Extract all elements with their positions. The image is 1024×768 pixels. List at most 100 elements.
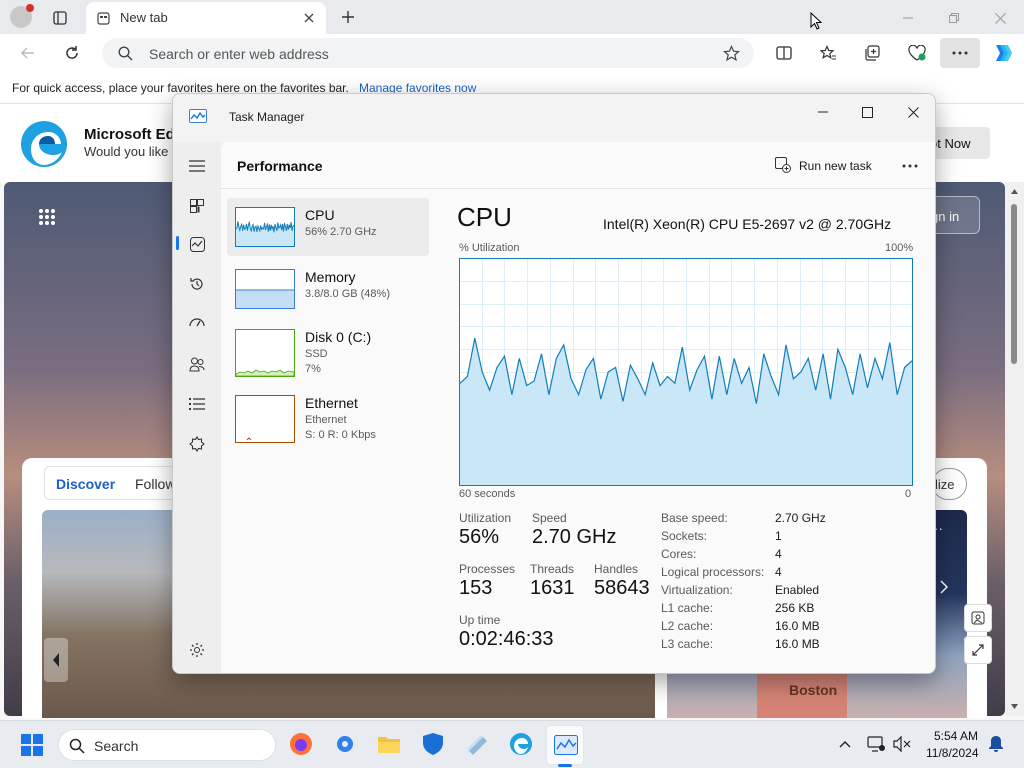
resource-item-cpu[interactable]: CPU 56% 2.70 GHz <box>227 198 429 256</box>
windows-security-icon[interactable] <box>420 731 446 757</box>
detail-key: Logical processors: <box>661 565 765 579</box>
resource-item-disk[interactable]: Disk 0 (C:) SSD 7% <box>227 320 429 378</box>
detail-key: Sockets: <box>661 529 708 543</box>
more-menu-icon[interactable] <box>940 38 980 68</box>
show-hidden-icons-chevron-icon[interactable] <box>836 735 854 753</box>
detail-row: L1 cache: 256 KB <box>661 601 911 619</box>
resource-name: Disk 0 (C:) <box>305 329 372 345</box>
graph-y-label: % Utilization <box>459 242 520 254</box>
drive-app-icon[interactable] <box>464 731 490 757</box>
profile-avatar[interactable] <box>10 4 34 28</box>
start-windows-icon[interactable] <box>20 733 44 757</box>
task-manager-taskbar-icon <box>554 735 578 755</box>
expand-icon[interactable] <box>964 636 992 664</box>
users-icon[interactable] <box>185 352 209 376</box>
split-screen-icon[interactable] <box>774 43 794 63</box>
clock-time[interactable]: 5:54 AM <box>934 729 978 743</box>
clock-date[interactable]: 11/8/2024 <box>926 746 979 760</box>
cpu-heading: CPU <box>457 202 512 232</box>
details-list-icon[interactable] <box>185 392 209 416</box>
run-new-task-button[interactable]: Run new task <box>771 154 881 178</box>
taskbar-search-icon <box>69 738 85 754</box>
resource-detail: 56% 2.70 GHz <box>305 226 377 238</box>
tm-maximize-icon[interactable] <box>853 98 881 126</box>
cpu-thumbnail <box>235 207 295 247</box>
resource-name: Ethernet <box>305 395 358 411</box>
tm-close-icon[interactable] <box>899 98 927 126</box>
image-view-icon[interactable] <box>964 604 992 632</box>
back-arrow-icon[interactable] <box>18 43 38 63</box>
search-icon <box>117 45 133 61</box>
resource-item-ethernet[interactable]: Ethernet Ethernet S: 0 R: 0 Kbps <box>227 386 429 444</box>
apps-grid-icon[interactable] <box>36 206 58 228</box>
detail-value: 1 <box>775 529 782 543</box>
firefox-icon[interactable] <box>288 731 314 757</box>
edge-taskbar-icon[interactable] <box>508 731 534 757</box>
cpu-model: Intel(R) Xeon(R) CPU E5-2697 v2 @ 2.70GH… <box>603 216 892 232</box>
speed-value: 2.70 GHz <box>532 526 617 548</box>
minimize-window-icon[interactable] <box>898 8 918 28</box>
graph-x-label: 60 seconds <box>459 488 516 500</box>
performance-icon[interactable] <box>185 232 209 256</box>
personalize-label: lize <box>935 477 955 492</box>
restore-window-icon[interactable] <box>944 8 964 28</box>
close-window-icon[interactable] <box>990 8 1010 28</box>
detail-key: Cores: <box>661 547 697 561</box>
detail-row: Base speed: 2.70 GHz <box>661 511 911 529</box>
edge-logo-icon <box>18 118 70 170</box>
resource-name: Memory <box>305 269 356 285</box>
tab-following[interactable]: Follow <box>135 476 175 492</box>
task-manager-titlebar: Task Manager <box>173 94 935 142</box>
map-city-label: Boston <box>789 682 838 698</box>
network-icon[interactable] <box>866 735 886 753</box>
task-manager-taskbar-button[interactable] <box>546 725 584 765</box>
personalize-button[interactable]: lize <box>932 468 967 500</box>
collections-icon[interactable] <box>862 43 882 63</box>
favorites-icon[interactable] <box>818 43 838 63</box>
settings-app-icon[interactable] <box>332 731 358 757</box>
page-scrollbar[interactable] <box>1005 182 1024 716</box>
taskbar-search-box[interactable]: Search <box>58 729 276 761</box>
carousel-prev-button[interactable] <box>44 638 68 682</box>
cpu-utilization-graph <box>459 258 913 486</box>
resource-detail: Ethernet <box>305 414 347 426</box>
tm-nav-rail <box>173 142 221 673</box>
favorite-star-icon[interactable] <box>722 44 740 62</box>
browser-essentials-icon[interactable] <box>906 43 928 63</box>
detail-key: Base speed: <box>661 511 728 525</box>
close-tab-icon[interactable] <box>302 11 316 25</box>
new-tab-plus-icon[interactable] <box>338 7 358 27</box>
tab-discover[interactable]: Discover <box>56 476 115 492</box>
processes-icon[interactable] <box>185 194 209 218</box>
tm-minimize-icon[interactable] <box>809 98 837 126</box>
copilot-icon[interactable] <box>990 42 1014 64</box>
tab-actions-icon[interactable] <box>50 8 70 28</box>
detail-row: L3 cache: 16.0 MB <box>661 637 911 655</box>
settings-gear-icon[interactable] <box>185 638 209 662</box>
detail-row: Logical processors: 4 <box>661 565 911 583</box>
volume-muted-icon[interactable] <box>892 735 912 753</box>
feed-tab-bar: Discover Follow <box>44 466 184 500</box>
detail-key: L2 cache: <box>661 619 714 633</box>
uptime-label: Up time <box>459 613 501 627</box>
taskbar-search-label: Search <box>94 738 139 754</box>
detail-value: 256 KB <box>775 601 815 615</box>
notification-bell-icon[interactable] <box>986 734 1006 754</box>
startup-apps-icon[interactable] <box>185 312 209 336</box>
services-icon[interactable] <box>185 432 209 456</box>
resource-detail: SSD <box>305 348 328 360</box>
detail-key: L1 cache: <box>661 601 714 615</box>
threads-label: Threads <box>530 562 575 576</box>
hamburger-menu-icon[interactable] <box>185 154 209 178</box>
carousel-next-icon[interactable] <box>935 572 953 602</box>
header-divider <box>221 188 935 189</box>
app-history-icon[interactable] <box>185 272 209 296</box>
file-explorer-icon[interactable] <box>376 731 402 757</box>
resource-item-memory[interactable]: Memory 3.8/8.0 GB (48%) <box>227 260 429 318</box>
refresh-icon[interactable] <box>62 43 82 63</box>
tm-more-icon[interactable] <box>897 154 923 178</box>
new-tab-page-icon <box>96 11 110 25</box>
tab-new-tab[interactable]: New tab <box>86 2 326 34</box>
utilization-label: Utilization <box>459 511 512 525</box>
address-bar[interactable]: Search or enter web address <box>102 38 754 68</box>
